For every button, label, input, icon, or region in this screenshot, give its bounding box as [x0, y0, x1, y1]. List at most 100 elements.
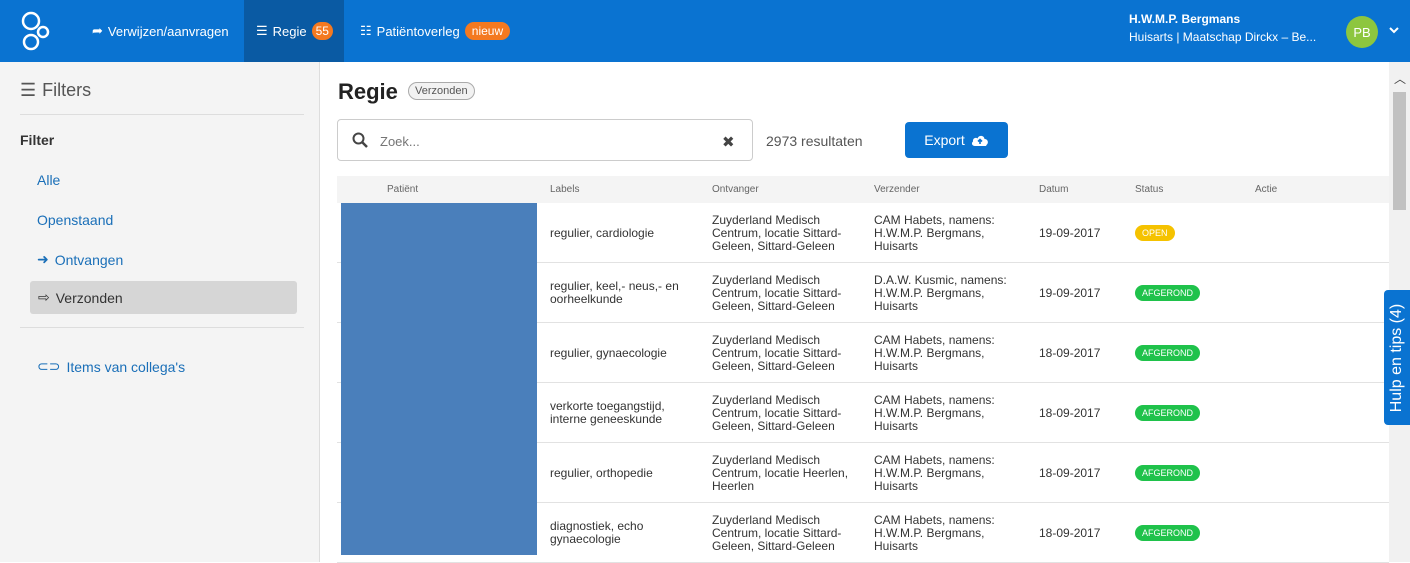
status-badge: AFGEROND — [1135, 525, 1201, 541]
labels-cell: regulier, gynaecologie — [550, 347, 667, 360]
table-header: Patiënt Labels Ontvanger Verzender Datum… — [337, 176, 1389, 203]
column-header[interactable]: Datum — [1039, 184, 1068, 195]
labels-cell-line: gynaecologie — [550, 532, 621, 546]
date-cell: 19-09-2017 — [1039, 286, 1101, 300]
user-name[interactable]: H.W.M.P. Bergmans — [1129, 12, 1240, 26]
ontvanger-cell: Zuyderland Medisch Centrum, locatie Sitta… — [712, 514, 841, 553]
help-tips-label: Hulp en tips (4) — [1388, 303, 1405, 412]
date-cell: 18-09-2017 — [1039, 526, 1101, 540]
verzender-cell-line: Huisarts — [874, 299, 919, 313]
ontvanger-cell-line: Geleen, Sittard-Geleen — [712, 419, 835, 433]
labels-cell-line: interne geneeskunde — [550, 412, 663, 426]
verzender-cell: CAM Habets, namens: H.W.M.P. Bergmans, Hui… — [874, 454, 995, 493]
column-header[interactable]: Labels — [550, 184, 579, 195]
list-icon: ☰ — [256, 23, 268, 38]
ontvanger-cell-line: Geleen, Sittard-Geleen — [712, 359, 835, 373]
sidebar-item-collegas[interactable]: ⊂⊃ Items van collega's — [37, 358, 185, 375]
labels-cell-line: regulier, cardiologie — [550, 226, 655, 240]
labels-cell: regulier, orthopedie — [550, 467, 653, 480]
divider — [20, 114, 304, 115]
nav-regie-label: Regie — [272, 23, 307, 39]
verzender-cell: CAM Habets, namens: H.W.M.P. Bergmans, Hui… — [874, 394, 995, 433]
sidebar-item-label: Verzonden — [55, 289, 123, 306]
result-count: 2973 resultaten — [766, 133, 863, 149]
verzender-cell-line: Huisarts — [874, 359, 919, 373]
chevron-up-icon[interactable]: ︿ — [1394, 70, 1406, 87]
ontvanger-cell-line: Geleen, Sittard-Geleen — [712, 299, 835, 313]
nav-patientoverleg[interactable]: ☷ Patiëntoverleg nieuw — [348, 0, 522, 62]
help-tips-tab[interactable]: Hulp en tips (4) — [1384, 290, 1410, 425]
share-arrow-icon: ➦ — [92, 23, 103, 38]
date-cell: 19-09-2017 — [1039, 226, 1101, 240]
date-cell: 18-09-2017 — [1039, 346, 1101, 360]
top-navbar: ➦ Verwijzen/aanvragen ☰ Regie 55 ☷ Patië… — [0, 0, 1410, 62]
status-badge: Verzonden — [408, 82, 475, 100]
user-role[interactable]: Huisarts | Maatschap Dirckx – Be... — [1129, 30, 1316, 44]
column-header[interactable]: Status — [1135, 184, 1163, 195]
ontvanger-cell-line: Heerlen — [712, 479, 755, 493]
ontvanger-cell: Zuyderland Medisch Centrum, locatie Heerl… — [712, 454, 848, 493]
verzender-cell-line: Huisarts — [874, 539, 919, 553]
sidebar-item-label: Openstaand — [37, 212, 114, 228]
sign-out-icon: ⇨ — [38, 289, 50, 305]
chevron-down-icon[interactable] — [1388, 24, 1400, 36]
filters-header-label: Filters — [42, 80, 92, 100]
sidebar-item-label: Ontvangen — [54, 251, 124, 268]
filter-title: Filter — [20, 132, 55, 148]
ontvanger-cell: Zuyderland Medisch Centrum, locatie Sitta… — [712, 394, 841, 433]
labels-cell: regulier, keel,- neus,- en oorheelkunde — [550, 280, 679, 306]
ontvanger-cell-line: Geleen, Sittard-Geleen — [712, 239, 835, 253]
verzender-cell-line: Huisarts — [874, 419, 919, 433]
column-header[interactable]: Actie — [1255, 184, 1277, 195]
verzender-cell: CAM Habets, namens: H.W.M.P. Bergmans, Hui… — [874, 514, 995, 553]
verzender-cell: D.A.W. Kusmic, namens: H.W.M.P. Bergmans,… — [874, 274, 1007, 313]
sign-in-icon: ➜ — [37, 251, 49, 267]
export-label: Export — [924, 132, 965, 148]
avatar[interactable]: PB — [1346, 16, 1378, 48]
main-content: Regie Verzonden ✖ 2973 resultaten Export… — [321, 62, 1389, 563]
status-badge: OPEN — [1135, 225, 1175, 241]
sidebar: ☰ Filters Filter Alle Openstaand ➜ Ontva… — [0, 62, 320, 562]
sidebar-item-ontvangen[interactable]: ➜ Ontvangen — [37, 251, 123, 268]
filter-list-icon: ☰ — [20, 80, 37, 100]
status-badge: AFGEROND — [1135, 465, 1201, 481]
nav-verwijzen[interactable]: ➦ Verwijzen/aanvragen — [80, 0, 241, 62]
column-header[interactable]: Verzender — [874, 184, 920, 195]
page-title: Regie — [338, 79, 398, 104]
verzender-cell-line: Huisarts — [874, 239, 919, 253]
logo-icon[interactable] — [18, 10, 52, 52]
close-icon[interactable]: ✖ — [722, 133, 735, 151]
labels-cell-line: oorheelkunde — [550, 292, 623, 306]
nav-patientoverleg-label: Patiëntoverleg — [376, 23, 460, 39]
sidebar-item-verzonden[interactable]: ⇨ Verzonden — [30, 281, 297, 314]
scrollbar-thumb[interactable] — [1393, 92, 1406, 210]
search-box[interactable]: ✖ — [337, 119, 753, 161]
sidebar-item-alle[interactable]: Alle — [37, 172, 60, 188]
status-badge: AFGEROND — [1135, 285, 1201, 301]
cloud-upload-icon — [971, 135, 988, 146]
ontvanger-cell: Zuyderland Medisch Centrum, locatie Sitta… — [712, 214, 841, 253]
column-header[interactable]: Patiënt — [387, 184, 418, 195]
status-badge: AFGEROND — [1135, 345, 1201, 361]
sidebar-item-openstaand[interactable]: Openstaand — [37, 212, 113, 228]
sidebar-item-label: Items van collega's — [66, 358, 186, 375]
new-badge: nieuw — [464, 22, 511, 40]
date-cell: 18-09-2017 — [1039, 466, 1101, 480]
ontvanger-cell: Zuyderland Medisch Centrum, locatie Sitta… — [712, 274, 841, 313]
nav-verwijzen-label: Verwijzen/aanvragen — [107, 23, 229, 39]
export-button[interactable]: Export — [905, 122, 1008, 158]
chat-icon: ☷ — [360, 23, 372, 38]
nav-regie[interactable]: ☰ Regie 55 — [244, 0, 344, 62]
sidebar-item-label: Alle — [37, 172, 61, 188]
ontvanger-cell: Zuyderland Medisch Centrum, locatie Sitta… — [712, 334, 841, 373]
column-header[interactable]: Ontvanger — [712, 184, 759, 195]
verzender-cell-line: Huisarts — [874, 479, 919, 493]
labels-cell: verkorte toegangstijd, interne geneeskund… — [550, 400, 665, 426]
divider — [20, 327, 304, 328]
search-icon — [352, 132, 368, 148]
search-input[interactable] — [378, 130, 708, 152]
verzender-cell: CAM Habets, namens: H.W.M.P. Bergmans, Hui… — [874, 334, 995, 373]
labels-cell: diagnostiek, echo gynaecologie — [550, 520, 643, 546]
ontvanger-cell-line: Geleen, Sittard-Geleen — [712, 539, 835, 553]
labels-cell-line: regulier, gynaecologie — [550, 346, 667, 360]
